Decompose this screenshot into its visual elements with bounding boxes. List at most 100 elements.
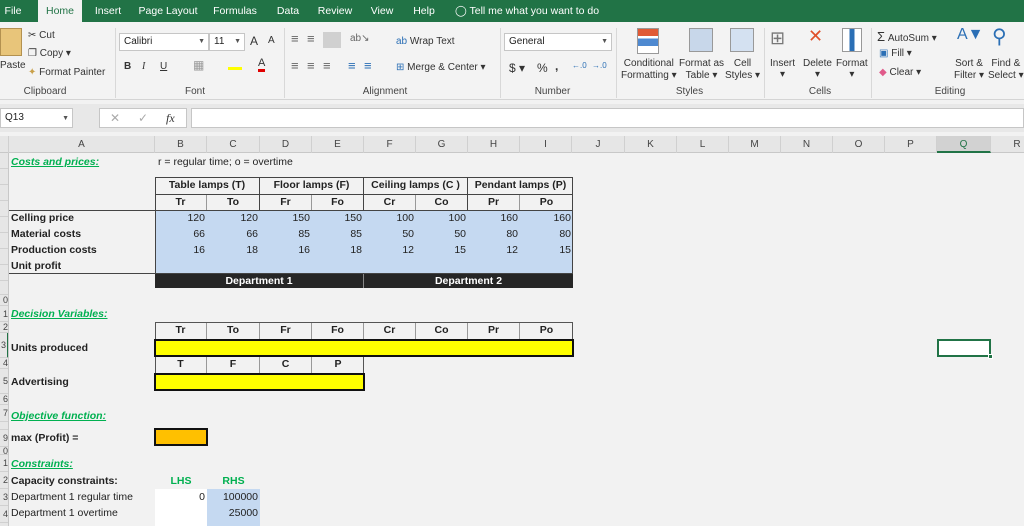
delete-cells-icon[interactable]: ✕ [808,26,823,47]
sort-filter-button[interactable]: Sort & Filter ▾ [954,58,984,82]
objective-cell[interactable] [154,428,208,446]
insert-cells-button[interactable]: Insert ▾ [770,58,795,80]
paste-button[interactable]: Paste [0,60,26,71]
currency-button[interactable]: $ ▾ [509,61,525,75]
format-cells-button[interactable]: Format ▾ [836,58,868,80]
production-cell[interactable]: 18 [207,242,260,258]
align-top-icon[interactable]: ≡ [291,31,299,46]
row-header[interactable]: 4 [0,358,8,369]
borders-icon[interactable]: ▦ [193,58,204,72]
price-cell[interactable]: 160 [468,210,520,226]
number-format-select[interactable]: General ▼ [504,33,612,51]
fill-handle[interactable] [988,354,993,359]
production-cell[interactable]: 12 [468,242,520,258]
align-left-icon[interactable]: ≡ [291,58,299,73]
production-cell[interactable]: 16 [155,242,207,258]
row-header[interactable]: 3 [0,489,8,506]
autosum-button[interactable]: Σ AutoSum ▾ [877,29,937,44]
row-header[interactable] [0,153,8,169]
price-cell[interactable]: 120 [155,210,207,226]
tab-view[interactable]: View [368,0,396,22]
row-header[interactable]: 2 [0,322,8,333]
production-cell[interactable]: 16 [260,242,312,258]
column-header[interactable]: O [833,136,885,153]
material-cell[interactable]: 66 [207,226,260,242]
format-table-icon[interactable] [689,28,713,52]
cell-styles-icon[interactable] [730,28,754,52]
row-header[interactable]: 1 [0,455,8,472]
align-bottom-icon[interactable] [323,32,341,48]
align-middle-icon[interactable]: ≡ [307,31,315,46]
column-header[interactable]: I [520,136,572,153]
wrap-text-button[interactable]: ab Wrap Text [396,36,455,47]
align-right-icon[interactable]: ≡ [323,58,331,73]
row-header[interactable] [0,233,8,249]
fill-button[interactable]: ▣ Fill ▾ [879,48,912,59]
material-cell[interactable]: 66 [155,226,207,242]
increase-indent-icon[interactable]: ≡ [364,58,372,73]
italic-button[interactable]: I [142,61,145,72]
column-header[interactable]: M [729,136,781,153]
decrease-indent-icon[interactable]: ≡ [348,58,356,73]
material-cell[interactable]: 50 [364,226,416,242]
sort-filter-icon[interactable]: A▼ [957,26,984,44]
price-cell[interactable]: 160 [520,210,573,226]
column-header-selected[interactable]: Q [937,136,991,153]
tab-data[interactable]: Data [273,0,303,22]
shrink-font-button[interactable]: A [268,35,275,46]
material-cell[interactable]: 50 [416,226,468,242]
material-cell[interactable]: 85 [312,226,364,242]
cancel-icon[interactable]: ✕ [110,109,120,127]
row-header[interactable]: 7 [0,405,8,422]
column-header[interactable]: J [572,136,625,153]
format-as-table-button[interactable]: Format as Table ▾ [679,58,724,82]
row-header[interactable]: 5 [0,369,8,394]
material-cell[interactable]: 85 [260,226,312,242]
row-header[interactable]: 3 [0,333,8,358]
cell-styles-button[interactable]: Cell Styles ▾ [725,58,760,82]
row-header[interactable] [0,422,8,430]
tab-formulas[interactable]: Formulas [210,0,260,22]
orientation-icon[interactable]: ab↘ [350,33,370,44]
enter-icon[interactable]: ✓ [138,109,148,127]
align-center-icon[interactable]: ≡ [307,58,315,73]
rhs-cell[interactable]: 25000 [207,505,260,521]
column-header[interactable]: L [677,136,729,153]
tab-insert[interactable]: Insert [90,0,126,22]
row-header[interactable]: 0 [0,447,8,456]
grow-font-button[interactable]: A [250,34,258,48]
conditional-formatting-button[interactable]: Conditional Formatting ▾ [621,58,677,82]
units-produced-input[interactable] [154,339,574,357]
rhs-cell[interactable] [207,521,260,526]
row-header[interactable] [0,185,8,201]
paste-icon[interactable] [0,28,22,56]
insert-function-icon[interactable]: fx [166,109,175,127]
select-all-corner[interactable] [0,136,9,153]
lhs-cell[interactable] [155,505,207,521]
material-cell[interactable]: 80 [468,226,520,242]
row-header[interactable] [0,249,8,265]
row-header[interactable] [0,265,8,281]
column-header[interactable]: H [468,136,520,153]
percent-button[interactable]: % [537,61,548,75]
increase-decimal-icon[interactable]: ←.0 [572,61,587,70]
column-header[interactable]: N [781,136,833,153]
font-name-select[interactable]: Calibri ▼ [119,33,209,51]
format-cells-icon[interactable] [842,28,862,52]
cut-button[interactable]: ✂ Cut [28,30,55,41]
material-cell[interactable]: 80 [520,226,573,242]
tab-page-layout[interactable]: Page Layout [136,0,200,22]
bold-button[interactable]: B [124,61,131,72]
production-cell[interactable]: 18 [312,242,364,258]
tab-review[interactable]: Review [315,0,355,22]
price-cell[interactable]: 150 [260,210,312,226]
price-cell[interactable]: 100 [416,210,468,226]
row-header[interactable]: 6 [0,394,8,405]
name-box[interactable]: Q13 ▼ [0,108,73,128]
advertising-input[interactable] [154,373,365,391]
underline-button[interactable]: U [160,61,167,72]
row-header[interactable]: 4 [0,506,8,523]
price-cell[interactable]: 150 [312,210,364,226]
column-header[interactable]: B [155,136,207,153]
clear-button[interactable]: ◆ Clear ▾ [879,67,921,78]
